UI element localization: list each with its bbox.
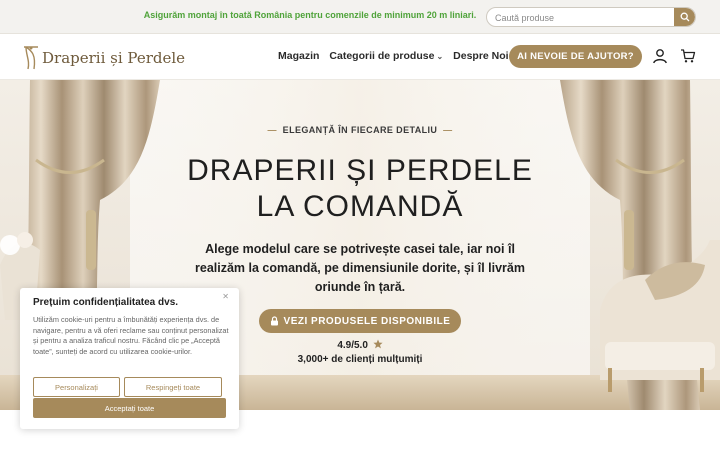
close-icon[interactable]: ✕ (222, 292, 229, 301)
logo-text: Draperii și Perdele (42, 49, 186, 67)
cookie-title: Prețuim confidențialitatea dvs. (33, 297, 179, 308)
search-button[interactable] (674, 8, 695, 26)
nav-item-despre-noi[interactable]: Despre Noi (453, 50, 508, 62)
customize-button[interactable]: Personalizați (33, 377, 120, 397)
cookie-text: Utilizăm cookie-uri pentru a îmbunătăți … (33, 315, 229, 356)
main-nav: Magazin Categorii de produse ⌄ Despre Noi (278, 50, 509, 62)
shop-products-label: VEZI PRODUSELE DISPONIBILE (283, 315, 451, 327)
hero-eyebrow: — ELEGANȚĂ ÎN FIECARE DETALIU — (267, 125, 453, 135)
search-icon (680, 12, 689, 22)
search-box[interactable] (486, 7, 696, 27)
hero-subtitle: Alege modelul care se potrivește casei t… (195, 242, 525, 294)
logo[interactable]: Draperii și Perdele (22, 44, 185, 72)
chevron-down-icon: ⌄ (436, 52, 444, 61)
reject-all-button[interactable]: Respingeți toate (124, 377, 222, 397)
help-button[interactable]: AI NEVOIE DE AJUTOR? (509, 45, 642, 68)
user-icon (653, 49, 667, 64)
account-button[interactable] (651, 47, 669, 65)
site-header: Draperii și Perdele Magazin Categorii de… (0, 34, 720, 80)
hero-eyebrow-text: ELEGANȚĂ ÎN FIECARE DETALIU (282, 125, 438, 135)
hero-title-line1: DRAPERII ȘI PERDELE (187, 154, 533, 187)
search-input[interactable] (495, 11, 675, 25)
logo-mark-icon (24, 46, 38, 70)
cart-icon (681, 49, 696, 63)
top-bar: Asigurăm montaj în toată România pentru … (0, 0, 720, 34)
hero-title-line2: LA COMANDĂ (256, 190, 464, 223)
rating-value: 4.9/5.0 (337, 340, 368, 351)
nav-item-magazin[interactable]: Magazin (278, 50, 319, 62)
lock-icon (270, 316, 278, 326)
cookie-consent-dialog: ✕ Prețuim confidențialitatea dvs. Utiliz… (20, 288, 239, 429)
nav-item-label: Categorii de produse (329, 50, 435, 62)
nav-item-categorii[interactable]: Categorii de produse ⌄ (329, 50, 443, 62)
hero-title: DRAPERII ȘI PERDELE LA COMANDĂ (170, 153, 550, 225)
cart-button[interactable] (679, 47, 697, 65)
shop-products-button[interactable]: VEZI PRODUSELE DISPONIBILE (259, 309, 461, 333)
accept-all-button[interactable]: Acceptați toate (33, 398, 226, 418)
star-icon (373, 339, 383, 349)
promo-text: Asigurăm montaj în toată România pentru … (143, 10, 477, 20)
